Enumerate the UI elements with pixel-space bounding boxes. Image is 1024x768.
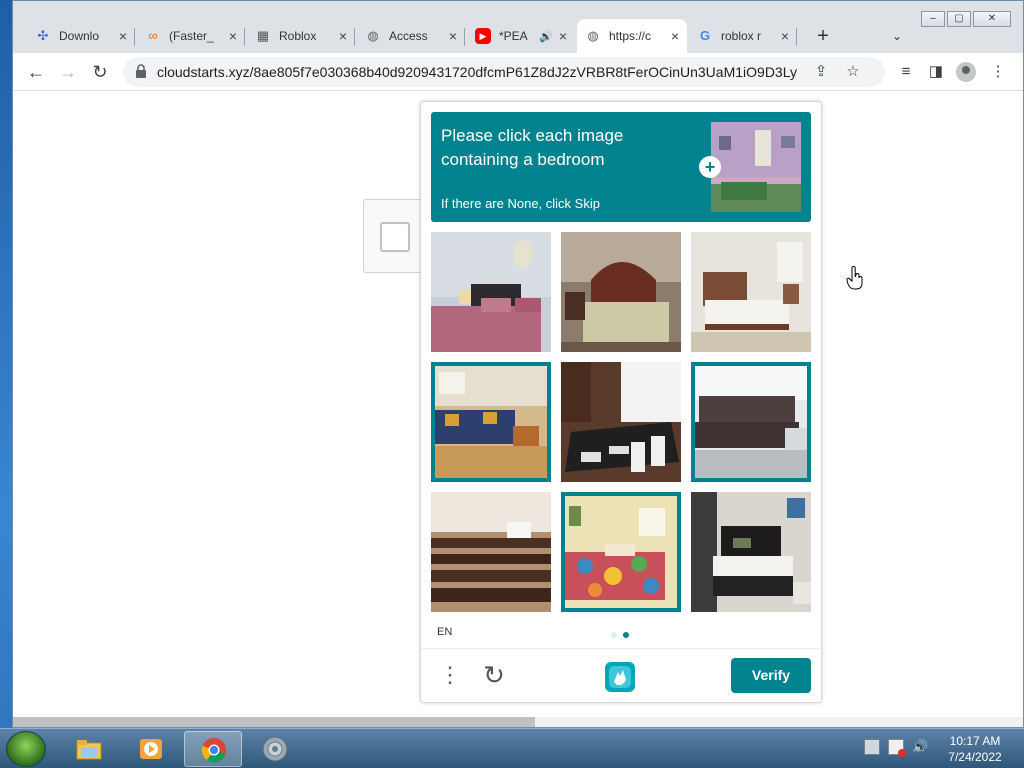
image-bedroom-floral[interactable]: [561, 492, 681, 612]
address-bar[interactable]: cloudstarts.xyz/8ae805f7e030368b40d92094…: [123, 57, 885, 87]
share-icon[interactable]: ⇪: [811, 62, 831, 82]
bookmark-star-icon[interactable]: ☆: [843, 62, 863, 82]
scrollbar-thumb[interactable]: [13, 717, 535, 727]
tab-title: Downlo: [59, 29, 100, 43]
example-bedroom-image: [711, 122, 801, 212]
more-options-icon[interactable]: ⋮: [439, 662, 461, 688]
taskbar-app-chrome[interactable]: [184, 731, 242, 767]
avatar-icon: [956, 62, 976, 82]
profile-button[interactable]: [953, 59, 979, 85]
image-living-room-blue-sofa[interactable]: [431, 362, 551, 482]
verify-button[interactable]: Verify: [731, 658, 811, 693]
tab-title: roblox r: [721, 29, 762, 43]
page-indicator: [611, 632, 629, 638]
image-bedroom-pink[interactable]: [431, 232, 551, 352]
tab-roblox[interactable]: ▦ Roblox ×: [247, 19, 355, 53]
tab-title: Roblox: [279, 29, 317, 43]
chrome-icon: [201, 738, 226, 763]
taskbar-app-speaker[interactable]: [246, 731, 304, 767]
forward-button[interactable]: →: [55, 59, 81, 85]
captcha-checkbox[interactable]: [380, 222, 410, 252]
page-dot: [611, 632, 617, 638]
tab-title: *PEA: [499, 29, 528, 43]
new-tab-button[interactable]: +: [809, 19, 837, 53]
tab-youtube[interactable]: ▶ *PEA 🔊 ×: [467, 19, 575, 53]
taskbar-app-media-player[interactable]: [122, 731, 180, 767]
image-bedroom-dark[interactable]: [691, 492, 811, 612]
close-icon[interactable]: ×: [559, 28, 567, 44]
prompt-subtext: If there are None, click Skip: [441, 196, 600, 211]
side-panel-icon[interactable]: ◨: [923, 59, 949, 85]
url-text[interactable]: cloudstarts.xyz/8ae805f7e030368b40d92094…: [157, 64, 797, 80]
page-content: Please click each image containing a bed…: [13, 91, 1023, 727]
system-tray: 🔊: [864, 739, 928, 757]
footer-divider: [421, 648, 821, 649]
close-icon[interactable]: ×: [119, 28, 127, 44]
tab-title: https://c: [609, 29, 652, 43]
expand-example-icon[interactable]: +: [699, 156, 721, 178]
hcaptcha-logo-icon: [605, 662, 635, 692]
clock-time: 10:17 AM: [949, 734, 1001, 748]
browser-toolbar: ← → ↻ cloudstarts.xyz/8ae805f7e030368b40…: [13, 53, 1023, 91]
language-selector[interactable]: EN: [437, 626, 452, 638]
tab-downloads[interactable]: ✣ Downlo ×: [27, 19, 135, 53]
film-icon: ▦: [256, 28, 270, 43]
speaker-icon: [262, 736, 288, 762]
image-bedroom-white[interactable]: [691, 232, 811, 352]
image-dining-room[interactable]: [561, 362, 681, 482]
volume-icon[interactable]: 🔊: [912, 739, 928, 755]
tab-google[interactable]: G roblox r ×: [689, 19, 797, 53]
hand-cursor-icon: [846, 266, 863, 290]
lock-icon: [136, 64, 146, 78]
refresh-challenge-icon[interactable]: ↻: [479, 660, 509, 690]
browser-window: – ▢ ✕ ✣ Downlo × ∞ (Faster_ × ▦ Roblox ×…: [12, 0, 1024, 728]
tab-faster[interactable]: ∞ (Faster_ ×: [137, 19, 245, 53]
tab-title: (Faster_: [169, 29, 214, 43]
captcha-anchor: [363, 199, 423, 273]
tab-active-captcha[interactable]: ◍ https://c ×: [577, 19, 687, 53]
taskbar-app-explorer[interactable]: [60, 731, 118, 767]
image-conference-room[interactable]: [431, 492, 551, 612]
speaker-icon[interactable]: 🔊: [539, 30, 553, 43]
tab-title: Access: [389, 29, 428, 43]
network-icon[interactable]: [864, 739, 880, 755]
image-grid: [431, 232, 811, 612]
tab-strip: ✣ Downlo × ∞ (Faster_ × ▦ Roblox × ◍ Acc…: [13, 19, 1023, 53]
clock-date: 7/24/2022: [948, 750, 1002, 764]
reload-button[interactable]: ↻: [87, 59, 113, 85]
globe-icon: ◍: [367, 28, 379, 43]
action-center-icon[interactable]: [888, 739, 906, 757]
puzzle-icon: ✣: [37, 28, 49, 43]
reading-list-icon[interactable]: ≡: [893, 59, 919, 85]
image-bedroom-wood-headboard[interactable]: [561, 232, 681, 352]
media-player-icon: [140, 739, 162, 759]
close-icon[interactable]: ×: [671, 28, 679, 44]
close-icon[interactable]: ×: [339, 28, 347, 44]
captcha-prompt: Please click each image containing a bed…: [431, 112, 811, 222]
globe-icon: ◍: [587, 28, 599, 43]
system-clock[interactable]: 10:17 AM 7/24/2022: [940, 733, 1010, 765]
google-icon: G: [699, 28, 711, 43]
infinity-icon: ∞: [148, 28, 158, 43]
captcha-challenge: Please click each image containing a bed…: [420, 101, 822, 703]
close-icon[interactable]: ×: [229, 28, 237, 44]
page-dot: [623, 632, 629, 638]
tab-search-button[interactable]: ⌄: [883, 19, 911, 53]
explorer-icon: [76, 740, 102, 760]
back-button[interactable]: ←: [23, 59, 49, 85]
prompt-text: Please click each image containing a bed…: [441, 126, 624, 169]
image-brown-sofa[interactable]: [691, 362, 811, 482]
taskbar: 🔊 10:17 AM 7/24/2022: [0, 728, 1024, 768]
close-icon[interactable]: ×: [449, 28, 457, 44]
close-icon[interactable]: ×: [781, 28, 789, 44]
youtube-icon: ▶: [475, 28, 491, 44]
browser-menu-button[interactable]: ⋮: [985, 59, 1011, 85]
tab-access[interactable]: ◍ Access ×: [357, 19, 465, 53]
start-button[interactable]: [6, 731, 46, 767]
